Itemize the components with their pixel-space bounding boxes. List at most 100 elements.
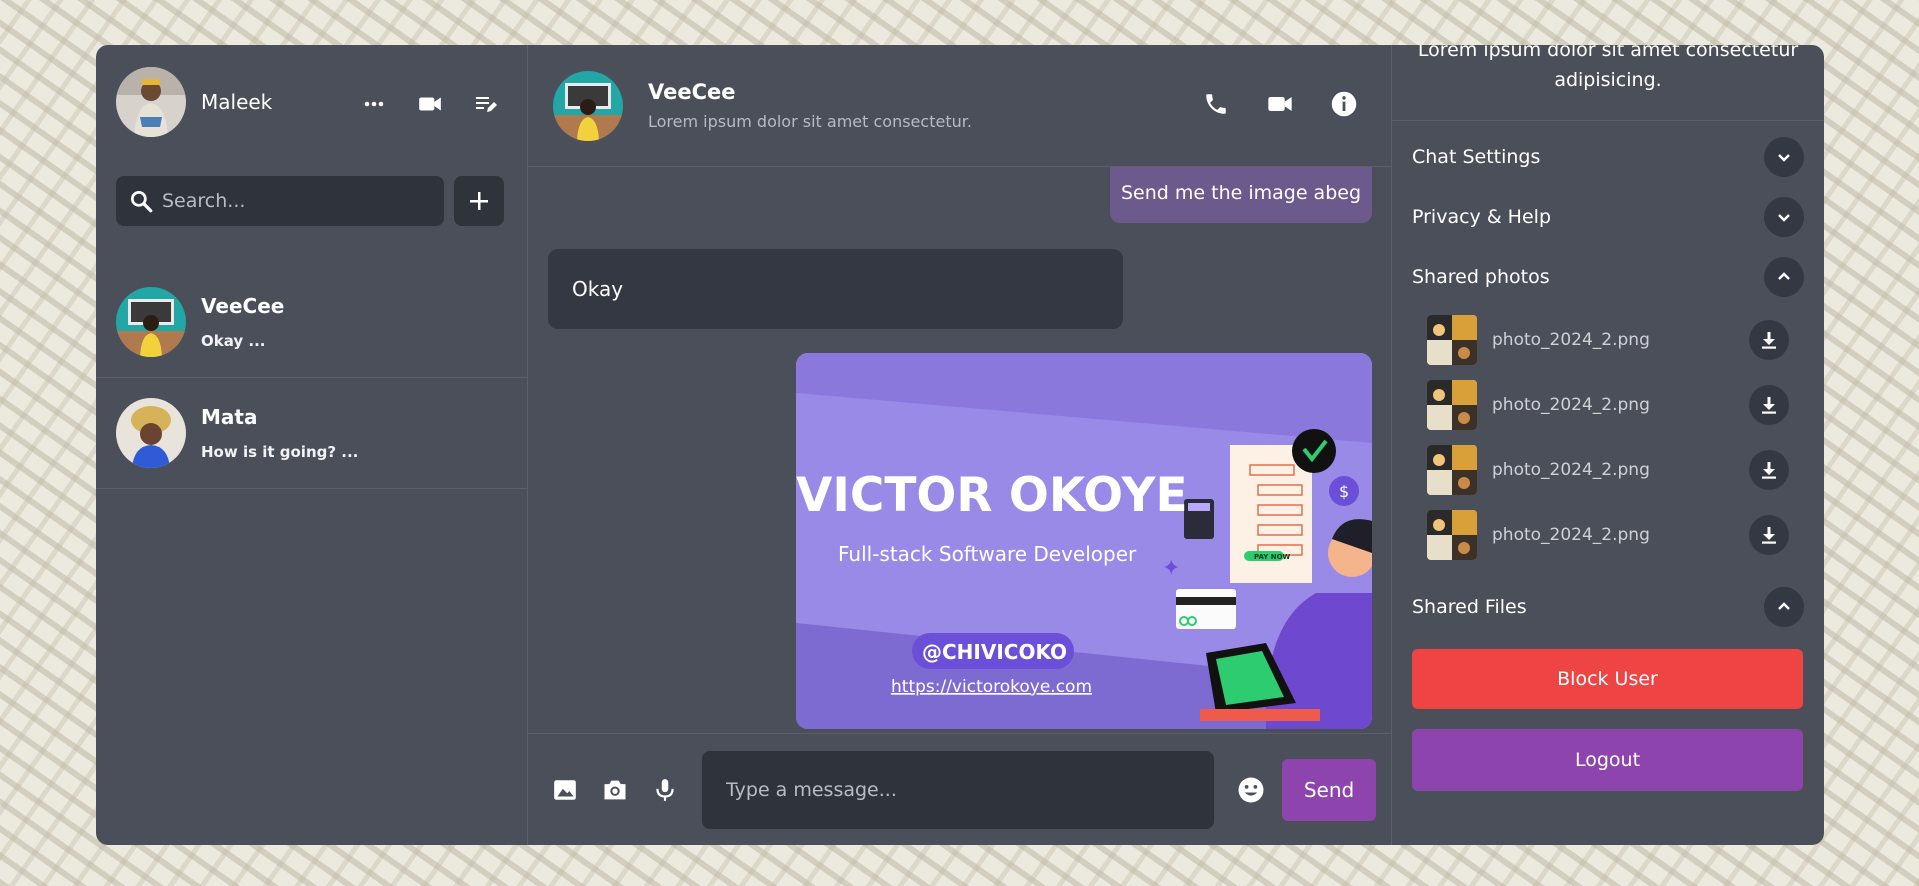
chat-item-name: VeeCee xyxy=(201,294,285,318)
shared-photo-item: photo_2024_2.png xyxy=(1427,502,1789,567)
edit-list-icon xyxy=(476,97,497,112)
banner-url: https://victorokoye.com xyxy=(891,677,1092,697)
shared-image-banner: $ ✦ PAY NOW VICTOR OKOYE Full-stack Soft… xyxy=(796,353,1372,729)
user-name: Maleek xyxy=(201,90,273,114)
search-box xyxy=(116,176,444,226)
section-title: Shared Files xyxy=(1412,596,1527,618)
more-horizontal-icon xyxy=(364,101,384,107)
camera-button[interactable] xyxy=(598,773,632,807)
new-chat-button[interactable] xyxy=(469,87,503,121)
message-input[interactable] xyxy=(702,750,1214,829)
chat-info-button[interactable] xyxy=(1327,87,1361,121)
chevron-up-icon xyxy=(1764,587,1804,627)
received-message-text: Okay xyxy=(572,277,624,301)
microphone-button[interactable] xyxy=(648,773,682,807)
active-contact-avatar[interactable] xyxy=(553,70,623,141)
chat-list: VeeCee Okay ... Mata How is it going? ..… xyxy=(96,267,527,489)
voice-call-button[interactable] xyxy=(1199,87,1233,121)
chat-item-last-message: Okay ... xyxy=(201,332,266,350)
received-message-bubble: Okay xyxy=(548,249,1123,329)
block-user-button[interactable]: Block User xyxy=(1412,649,1803,709)
chat-video-call-button[interactable] xyxy=(1263,87,1297,121)
photo-thumbnail[interactable] xyxy=(1427,314,1477,365)
section-shared-files[interactable]: Shared Files xyxy=(1412,577,1804,637)
download-button[interactable] xyxy=(1749,384,1789,425)
svg-text:$: $ xyxy=(1339,482,1349,501)
download-icon xyxy=(1762,396,1776,414)
camera-icon xyxy=(604,780,626,799)
photo-thumbnail[interactable] xyxy=(1427,509,1477,560)
download-icon xyxy=(1762,526,1776,544)
active-contact-name: VeeCee xyxy=(648,80,736,104)
video-camera-icon xyxy=(1268,97,1292,111)
chat-panel: VeeCee Lorem ipsum dolor sit amet consec… xyxy=(528,45,1392,845)
download-icon xyxy=(1762,461,1776,479)
photo-thumbnail[interactable] xyxy=(1427,444,1477,495)
chevron-down-icon xyxy=(1764,197,1804,237)
contact-avatar xyxy=(116,398,186,468)
chat-item-veecee[interactable]: VeeCee Okay ... xyxy=(96,267,527,378)
emoji-button[interactable] xyxy=(1234,773,1268,807)
banner-role: Full-stack Software Developer xyxy=(838,542,1137,566)
chat-item-info: Mata How is it going? ... xyxy=(201,405,358,461)
section-chat-settings[interactable]: Chat Settings xyxy=(1412,127,1804,187)
own-message-bubble: Send me the image abeg xyxy=(1110,167,1372,223)
download-button[interactable] xyxy=(1749,514,1789,555)
section-privacy-help[interactable]: Privacy & Help xyxy=(1412,187,1804,247)
user-avatar[interactable] xyxy=(116,67,186,137)
info-icon xyxy=(1331,91,1357,117)
user-actions xyxy=(357,87,503,121)
video-call-button[interactable] xyxy=(413,87,447,121)
chat-header: VeeCee Lorem ipsum dolor sit amet consec… xyxy=(528,45,1391,167)
attach-image-button[interactable] xyxy=(548,773,582,807)
image-message[interactable]: $ ✦ PAY NOW VICTOR OKOYE Full-stack Soft… xyxy=(796,353,1372,729)
add-contact-button[interactable] xyxy=(454,176,504,226)
message-composer: Send xyxy=(528,733,1392,845)
shared-photos-list: photo_2024_2.png photo_2024_2.png photo_ xyxy=(1412,307,1804,567)
chevron-down-icon xyxy=(1764,137,1804,177)
composer-tools xyxy=(548,773,682,807)
shared-photo-item: photo_2024_2.png xyxy=(1427,437,1789,502)
download-icon xyxy=(1762,331,1776,349)
chat-item-mata[interactable]: Mata How is it going? ... xyxy=(96,378,527,489)
image-icon xyxy=(554,779,576,800)
contact-avatar xyxy=(116,287,186,357)
contact-bio: Lorem ipsum dolor sit amet consectetur a… xyxy=(1392,45,1824,121)
download-button[interactable] xyxy=(1749,449,1789,490)
chat-header-actions xyxy=(1199,87,1361,121)
shared-photo-item: photo_2024_2.png xyxy=(1427,307,1789,372)
microphone-icon xyxy=(656,778,674,801)
search-icon xyxy=(130,190,153,213)
plus-icon xyxy=(470,192,488,210)
section-title: Shared photos xyxy=(1412,266,1550,288)
chat-item-name: Mata xyxy=(201,405,258,429)
section-shared-photos[interactable]: Shared photos xyxy=(1412,247,1804,307)
chevron-up-icon xyxy=(1764,257,1804,297)
photo-name: photo_2024_2.png xyxy=(1492,394,1650,415)
svg-text:✦: ✦ xyxy=(1162,556,1180,581)
banner-pay-tag: PAY NOW xyxy=(1254,553,1291,561)
more-options-button[interactable] xyxy=(357,87,391,121)
chat-item-last-message: How is it going? ... xyxy=(201,443,359,461)
banner-handle: @CHIVICOKO xyxy=(922,640,1067,664)
photo-name: photo_2024_2.png xyxy=(1492,524,1650,545)
photo-name: photo_2024_2.png xyxy=(1492,459,1650,480)
shared-photo-item: photo_2024_2.png xyxy=(1427,372,1789,437)
banner-name: VICTOR OKOYE xyxy=(796,468,1188,523)
section-title: Privacy & Help xyxy=(1412,206,1552,228)
video-camera-icon xyxy=(419,97,441,111)
phone-icon xyxy=(1206,94,1226,114)
download-button[interactable] xyxy=(1749,319,1789,360)
section-title: Chat Settings xyxy=(1412,146,1541,168)
details-panel: Lorem ipsum dolor sit amet consectetur a… xyxy=(1392,45,1824,845)
emoji-icon xyxy=(1238,777,1264,802)
send-button[interactable]: Send xyxy=(1282,758,1376,821)
search-input[interactable] xyxy=(162,190,422,212)
chat-app: Maleek Search... VeeCee Okay ... Mata Ho… xyxy=(96,45,1824,845)
active-contact-description: Lorem ipsum dolor sit amet consectetur. xyxy=(648,112,972,131)
photo-thumbnail[interactable] xyxy=(1427,379,1477,430)
logout-button[interactable]: Logout xyxy=(1412,729,1803,791)
search-row xyxy=(116,176,504,226)
current-user: Maleek xyxy=(116,67,272,137)
sidebar: Maleek Search... VeeCee Okay ... Mata Ho… xyxy=(96,45,528,845)
